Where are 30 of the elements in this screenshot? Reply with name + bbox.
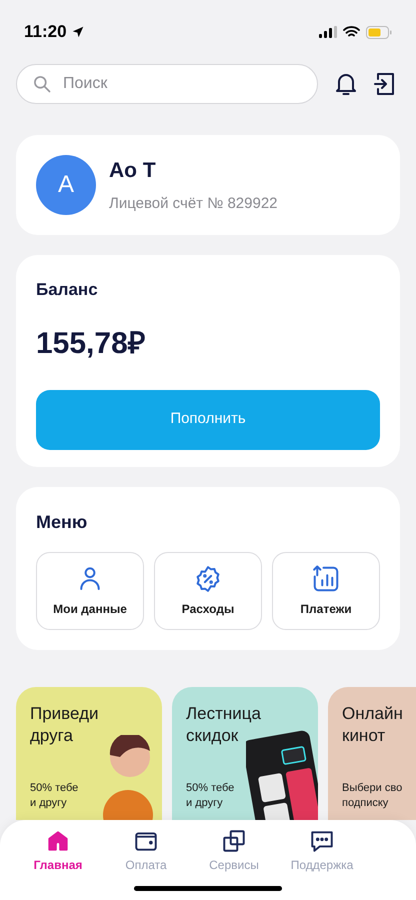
balance-amount: 155,78₽ [36,326,146,362]
avatar-initial: A [36,155,96,215]
tab-item[interactable]: Главная [14,828,102,874]
logout-button[interactable] [374,71,396,97]
search-field[interactable]: Поиск [16,64,318,104]
profile-name: Ao T [109,158,157,184]
promo-subtitle: 50% тебе и другу [30,781,80,811]
promo-card[interactable]: Онлайн кинот Выбери сво подписку [328,687,416,820]
account-number: Лицевой счёт № 829922 [109,194,278,214]
menu-title: Меню [36,511,88,534]
squares-icon [221,828,247,854]
menu-tile[interactable]: Расходы [154,552,262,630]
promo-title: Онлайн кинот [342,703,404,747]
promo-card[interactable]: Приведи друга 50% тебе и другу [16,687,162,820]
location-arrow-icon [70,25,85,39]
battery-icon [366,26,392,38]
status-time: 11:20 [24,21,67,44]
chart-upload-icon [311,564,341,594]
promo-subtitle: 50% тебе и другу [186,781,236,811]
promo-subtitle: Выбери сво подписку [342,781,404,811]
balance-title: Баланс [36,279,99,301]
menu-tile[interactable]: Платежи [272,552,380,630]
promo-title: Приведи друга [30,703,100,747]
notifications-button[interactable] [334,71,358,97]
signal-icon [319,26,337,38]
wifi-icon [343,26,360,38]
search-icon [32,74,52,94]
promo-title: Лестница скидок [186,703,262,747]
menu-tile[interactable]: Мои данные [36,552,144,630]
promo-card[interactable]: Лестница скидок 50% тебе и другу [172,687,318,820]
